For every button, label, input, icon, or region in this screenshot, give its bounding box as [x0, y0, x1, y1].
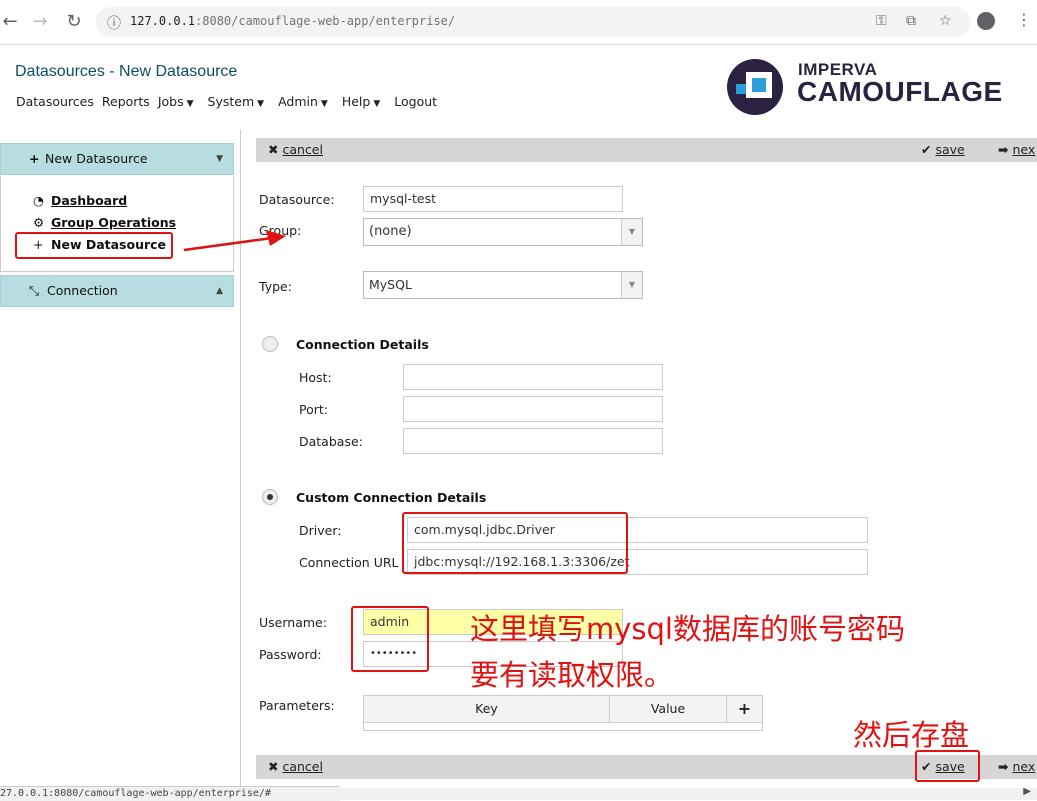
info-icon[interactable]: ⓘ	[107, 13, 121, 33]
add-parameter-button[interactable]: +	[727, 696, 762, 722]
nav-system[interactable]: System ▼	[208, 94, 265, 109]
key-column-header: Key	[364, 696, 610, 722]
port-input[interactable]	[403, 396, 663, 422]
database-input[interactable]	[403, 428, 663, 454]
custom-connection-details-radio[interactable]	[262, 489, 278, 505]
forward-icon[interactable]: →	[30, 12, 50, 32]
scroll-right-icon[interactable]: ▶	[1023, 786, 1031, 797]
nav-logout[interactable]: Logout	[394, 94, 437, 109]
custom-connection-details-heading: Custom Connection Details	[296, 490, 487, 505]
chevron-down-icon: ▼	[257, 99, 265, 109]
translate-icon[interactable]: ⧉	[906, 13, 916, 29]
next-button[interactable]: ➡ nex	[998, 138, 1035, 162]
browser-toolbar: ← → ↻ ⓘ 127.0.0.1:8080/camouflage-web-ap…	[0, 0, 1037, 45]
parameters-label: Parameters:	[259, 698, 335, 713]
action-bar-top: ✖ cancel ✔ save ➡ nex	[256, 138, 1037, 162]
host-input[interactable]	[403, 364, 663, 390]
reload-icon[interactable]: ↻	[64, 12, 84, 32]
parameters-table-header: Key Value +	[364, 696, 762, 723]
nav-datasources[interactable]: Datasources	[16, 94, 94, 109]
nav-admin[interactable]: Admin ▼	[278, 94, 328, 109]
driver-label: Driver:	[299, 523, 342, 538]
imperva-camouflage-logo: IMPERVA CAMOUFLAGE	[726, 56, 1026, 118]
horizontal-scrollbar[interactable]: ▶	[340, 786, 1037, 800]
top-nav: Datasources Reports Jobs ▼ System ▼ Admin ▼…	[16, 94, 445, 109]
bookmark-star-icon[interactable]: ☆	[939, 13, 952, 29]
page-title: Datasources - New Datasource	[15, 63, 238, 80]
chevron-down-icon: ▼	[216, 154, 223, 164]
dashboard-icon: ◔	[33, 193, 44, 208]
value-column-header: Value	[610, 696, 727, 722]
annotation-box-save	[915, 750, 980, 782]
nav-help[interactable]: Help ▼	[342, 94, 380, 109]
menu-icon[interactable]: ⋮	[1016, 10, 1032, 29]
annotation-box-credentials	[351, 606, 429, 672]
type-select[interactable]: MySQL ▼	[363, 271, 643, 299]
group-operations-icon: ⚙	[33, 215, 45, 230]
sidebar-item-group-operations[interactable]: ⚙ Group Operations	[33, 215, 176, 230]
connection-icon: ⤡	[29, 283, 40, 298]
username-label: Username:	[259, 615, 327, 630]
chevron-down-icon: ▼	[186, 99, 194, 109]
arrow-right-icon: ➡	[998, 142, 1009, 157]
group-select[interactable]: (none) ▼	[363, 218, 643, 246]
connection-details-radio[interactable]	[262, 336, 278, 352]
annotation-box-new-datasource	[15, 232, 173, 259]
database-label: Database:	[299, 434, 363, 449]
save-button[interactable]: ✔ save	[921, 138, 965, 162]
next-button[interactable]: ➡ nex	[998, 755, 1035, 779]
back-icon[interactable]: ←	[0, 12, 20, 32]
connection-details-heading: Connection Details	[296, 337, 429, 352]
password-label: Password:	[259, 647, 322, 662]
close-icon: ✖	[268, 142, 279, 157]
camouflage-logo-icon	[727, 59, 783, 115]
nav-reports[interactable]: Reports	[102, 94, 150, 109]
close-icon: ✖	[268, 759, 279, 774]
nav-jobs[interactable]: Jobs ▼	[158, 94, 194, 109]
cancel-button[interactable]: ✖ cancel	[268, 755, 323, 779]
plus-icon: +	[29, 151, 40, 166]
profile-avatar-icon[interactable]	[977, 12, 995, 30]
chevron-down-icon: ▼	[621, 219, 642, 245]
address-bar[interactable]: ⓘ 127.0.0.1:8080/camouflage-web-app/ente…	[96, 7, 970, 37]
arrow-right-icon: ➡	[998, 759, 1009, 774]
type-label: Type:	[259, 279, 292, 294]
datasource-label: Datasource:	[259, 192, 335, 207]
parameters-table: Key Value +	[363, 695, 763, 731]
chevron-up-icon: ▲	[216, 286, 223, 296]
cancel-button[interactable]: ✖ cancel	[268, 138, 323, 162]
annotation-arrow-icon	[183, 230, 286, 252]
key-icon[interactable]: ⚿	[876, 13, 887, 29]
annotation-note-line2: 要有读取权限。	[470, 658, 674, 692]
sidebar-header-connection[interactable]: ⤡ Connection ▲	[0, 275, 234, 307]
connection-url-label: Connection URL	[299, 555, 399, 570]
url-text: 127.0.0.1:8080/camouflage-web-app/enterp…	[130, 14, 456, 28]
status-bar: 27.0.0.1:8080/camouflage-web-app/enterpr…	[0, 786, 340, 801]
annotation-note-line1: 这里填写mysql数据库的账号密码	[470, 612, 905, 646]
chevron-down-icon: ▼	[320, 99, 328, 109]
sidebar-header-new-datasource[interactable]: + New Datasource ▼	[0, 143, 234, 175]
sidebar-item-dashboard[interactable]: ◔ Dashboard	[33, 193, 127, 208]
annotation-box-driver-url	[402, 512, 628, 574]
host-label: Host:	[299, 370, 332, 385]
check-icon: ✔	[921, 142, 932, 157]
datasource-input[interactable]: mysql-test	[363, 186, 623, 212]
chevron-down-icon: ▼	[373, 99, 381, 109]
chevron-down-icon: ▼	[621, 272, 642, 298]
annotation-save-note: 然后存盘	[853, 718, 970, 752]
port-label: Port:	[299, 402, 328, 417]
